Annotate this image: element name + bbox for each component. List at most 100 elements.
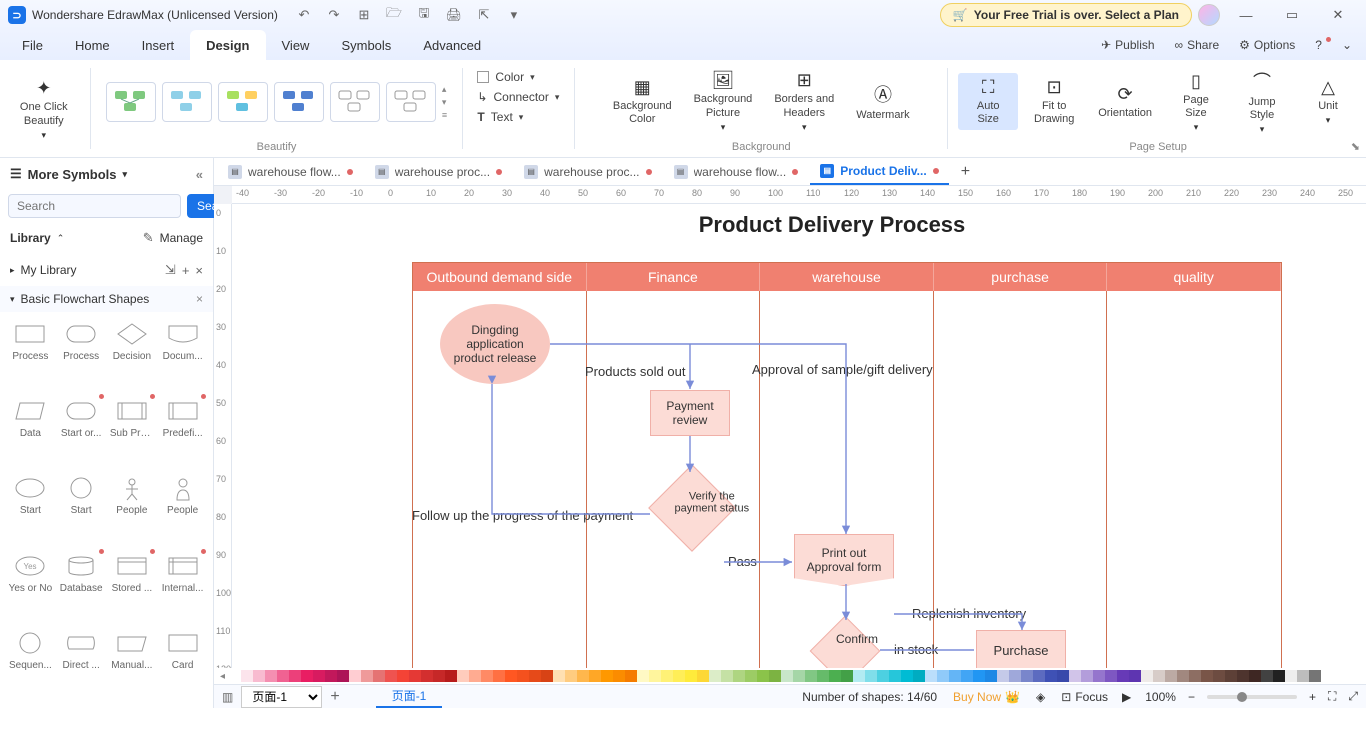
color-swatch[interactable] [625, 670, 637, 682]
lane-header[interactable]: purchase [934, 263, 1108, 291]
node-verify[interactable]: Verify the payment status [652, 468, 732, 548]
color-swatch[interactable] [1213, 670, 1225, 682]
more-symbols-header[interactable]: ☰ More Symbols▾ « [0, 158, 213, 190]
add-tab-button[interactable]: + [951, 158, 980, 185]
color-swatch[interactable] [493, 670, 505, 682]
style-thumb-5[interactable] [330, 82, 380, 122]
color-swatch[interactable] [1201, 670, 1213, 682]
style-thumb-4[interactable] [274, 82, 324, 122]
color-swatch[interactable] [637, 670, 649, 682]
shape-docum[interactable]: Docum... [160, 320, 205, 391]
shape-yesorno[interactable]: YesYes or No [8, 552, 53, 623]
palette-left-icon[interactable]: ◂ [216, 671, 229, 682]
color-swatch[interactable] [589, 670, 601, 682]
color-swatch[interactable] [313, 670, 325, 682]
color-swatch[interactable] [277, 670, 289, 682]
color-swatch[interactable] [1117, 670, 1129, 682]
shape-database[interactable]: Database [59, 552, 104, 623]
shape-startor[interactable]: Start or... [59, 397, 104, 468]
color-swatch[interactable] [781, 670, 793, 682]
search-input[interactable] [8, 194, 181, 218]
redo-icon[interactable]: ↷ [322, 3, 346, 27]
focus-button[interactable]: ⊡ Focus [1061, 690, 1108, 704]
color-swatch[interactable] [805, 670, 817, 682]
style-thumb-2[interactable] [162, 82, 212, 122]
color-swatch[interactable] [289, 670, 301, 682]
color-swatch[interactable] [769, 670, 781, 682]
menu-advanced[interactable]: Advanced [407, 30, 497, 60]
color-swatch[interactable] [937, 670, 949, 682]
style-thumb-3[interactable] [218, 82, 268, 122]
borders-button[interactable]: ⊞Borders and Headers▾ [766, 66, 842, 136]
zoom-slider[interactable] [1207, 695, 1297, 699]
page-size-button[interactable]: ▯Page Size▾ [1166, 67, 1226, 137]
node-confirm[interactable]: Confirm [810, 616, 880, 668]
section-basic-flowchart[interactable]: ▾ Basic Flowchart Shapes × [0, 286, 213, 312]
unit-button[interactable]: △Unit▾ [1298, 73, 1358, 130]
color-swatch[interactable] [409, 670, 421, 682]
shape-subpro[interactable]: Sub Pro... [110, 397, 155, 468]
shape-process[interactable]: Process [59, 320, 104, 391]
doc-tab-1[interactable]: ▤warehouse proc... [365, 158, 512, 185]
color-swatch[interactable] [385, 670, 397, 682]
color-swatch[interactable] [517, 670, 529, 682]
color-swatch[interactable] [397, 670, 409, 682]
node-payment-review[interactable]: Payment review [650, 390, 730, 436]
shape-card[interactable]: Card [160, 629, 205, 700]
color-swatch[interactable] [1021, 670, 1033, 682]
color-swatch[interactable] [349, 670, 361, 682]
doc-tab-3[interactable]: ▤warehouse flow... [664, 158, 809, 185]
color-swatch[interactable] [997, 670, 1009, 682]
color-swatch[interactable] [949, 670, 961, 682]
color-swatch[interactable] [865, 670, 877, 682]
shape-direct[interactable]: Direct ... [59, 629, 104, 700]
color-swatch[interactable] [721, 670, 733, 682]
page-tab-1[interactable]: 页面-1 [376, 685, 443, 708]
color-swatch[interactable] [1189, 670, 1201, 682]
avatar[interactable] [1198, 4, 1220, 26]
color-swatch[interactable] [889, 670, 901, 682]
menu-file[interactable]: File [6, 30, 59, 60]
color-swatch[interactable] [601, 670, 613, 682]
color-swatch[interactable] [433, 670, 445, 682]
color-swatch[interactable] [925, 670, 937, 682]
close-icon[interactable]: × [195, 263, 203, 278]
color-swatch[interactable] [529, 670, 541, 682]
color-swatch[interactable] [565, 670, 577, 682]
color-swatch[interactable] [577, 670, 589, 682]
label-instock[interactable]: in stock [894, 642, 938, 657]
color-swatch[interactable] [301, 670, 313, 682]
color-swatch[interactable] [1069, 670, 1081, 682]
fullscreen-icon[interactable]: ⤢ [1348, 689, 1358, 704]
export-icon[interactable]: ⇱ [472, 3, 496, 27]
color-swatch[interactable] [1081, 670, 1093, 682]
close-button[interactable]: ✕ [1318, 2, 1358, 28]
bg-picture-button[interactable]: 🖼Background Picture▾ [686, 66, 761, 136]
color-swatch[interactable] [1273, 670, 1285, 682]
color-swatch[interactable] [1057, 670, 1069, 682]
color-swatch[interactable] [841, 670, 853, 682]
shape-start[interactable]: Start [8, 474, 53, 545]
color-swatch[interactable] [661, 670, 673, 682]
color-swatch[interactable] [913, 670, 925, 682]
zoom-out-icon[interactable]: − [1188, 690, 1195, 704]
color-swatch[interactable] [1237, 670, 1249, 682]
lane-header[interactable]: warehouse [760, 263, 934, 291]
color-swatch[interactable] [901, 670, 913, 682]
new-icon[interactable]: ⊞ [352, 3, 376, 27]
color-swatch[interactable] [553, 670, 565, 682]
color-swatch[interactable] [445, 670, 457, 682]
watermark-button[interactable]: ⒶWatermark [848, 77, 917, 126]
manage-link[interactable]: Manage [160, 231, 203, 245]
shape-stored[interactable]: Stored ... [110, 552, 155, 623]
label-approval[interactable]: Approval of sample/gift delivery [752, 362, 933, 377]
node-printout[interactable]: Print out Approval form [794, 534, 894, 586]
page-layout-icon[interactable]: ▥ [222, 690, 233, 704]
color-swatch[interactable] [505, 670, 517, 682]
node-purchase[interactable]: Purchase [976, 630, 1066, 668]
shape-people[interactable]: People [160, 474, 205, 545]
label-replenish[interactable]: Replenish inventory [912, 606, 1026, 621]
color-swatch[interactable] [1009, 670, 1021, 682]
zoom-in-icon[interactable]: + [1309, 690, 1316, 704]
undo-icon[interactable]: ↶ [292, 3, 316, 27]
